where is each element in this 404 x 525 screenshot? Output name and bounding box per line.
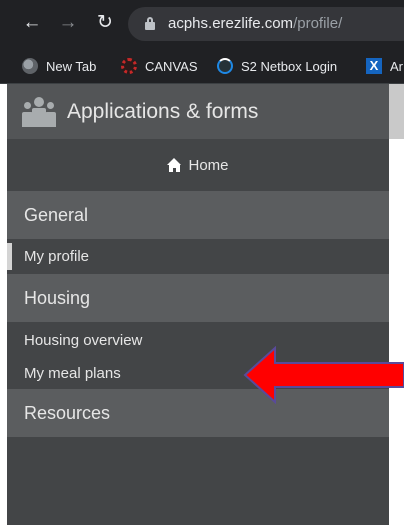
arrow-shape [243, 346, 404, 404]
bookmark-label: Ar [390, 58, 403, 74]
bookmark-label: CANVAS [145, 58, 198, 74]
section-label: Housing [24, 287, 91, 308]
bookmark-new-tab[interactable]: New Tab [22, 56, 96, 76]
reload-icon[interactable]: ↻ [94, 12, 116, 34]
app-title: Applications & forms [67, 99, 259, 123]
back-arrow-icon[interactable]: ← [21, 12, 43, 34]
section-housing[interactable]: Housing [7, 274, 389, 322]
browser-toolbar: ← → ↻ acphs.erezlife.com/profile/ [0, 0, 404, 46]
sidebar-item-my-profile[interactable]: My profile [7, 241, 389, 271]
x-icon: X [366, 58, 382, 74]
bookmarks-bar: New Tab CANVAS S2 Netbox Login X Ar [0, 46, 404, 84]
lock-icon[interactable] [145, 17, 155, 30]
sidebar-item-label: My meal plans [24, 364, 121, 382]
app-title-bar: Applications & forms [7, 84, 389, 139]
section-label: General [24, 204, 89, 225]
address-bar[interactable]: acphs.erezlife.com/profile/ [128, 7, 404, 41]
section-label: Resources [24, 402, 111, 423]
sidebar-item-label: My profile [24, 247, 90, 265]
globe-icon [22, 58, 38, 74]
header-strip [389, 84, 404, 139]
section-general[interactable]: General [7, 191, 389, 239]
sidebar-item-label: Housing overview [24, 331, 143, 349]
sidebar: Applications & forms Home General My pro… [7, 84, 389, 525]
url-path: /profile/ [293, 15, 343, 32]
red-arrow-annotation [243, 346, 404, 404]
url-text[interactable]: acphs.erezlife.com/profile/ [168, 15, 342, 32]
netbox-icon [217, 58, 233, 74]
home-icon [167, 158, 182, 172]
page-content: Applications & forms Home General My pro… [0, 84, 404, 525]
bookmark-label: S2 Netbox Login [241, 58, 338, 74]
bookmark-netbox-login[interactable]: S2 Netbox Login [217, 56, 337, 76]
bookmark-x[interactable]: X Ar [366, 56, 403, 76]
people-icon [21, 96, 57, 127]
home-link[interactable]: Home [7, 139, 389, 191]
url-host: acphs.erezlife.com [168, 15, 294, 32]
bookmark-label: New Tab [46, 58, 97, 74]
bookmark-canvas[interactable]: CANVAS [121, 56, 198, 76]
home-label: Home [188, 156, 229, 174]
forward-arrow-icon[interactable]: → [57, 12, 79, 34]
canvas-icon [121, 58, 137, 74]
